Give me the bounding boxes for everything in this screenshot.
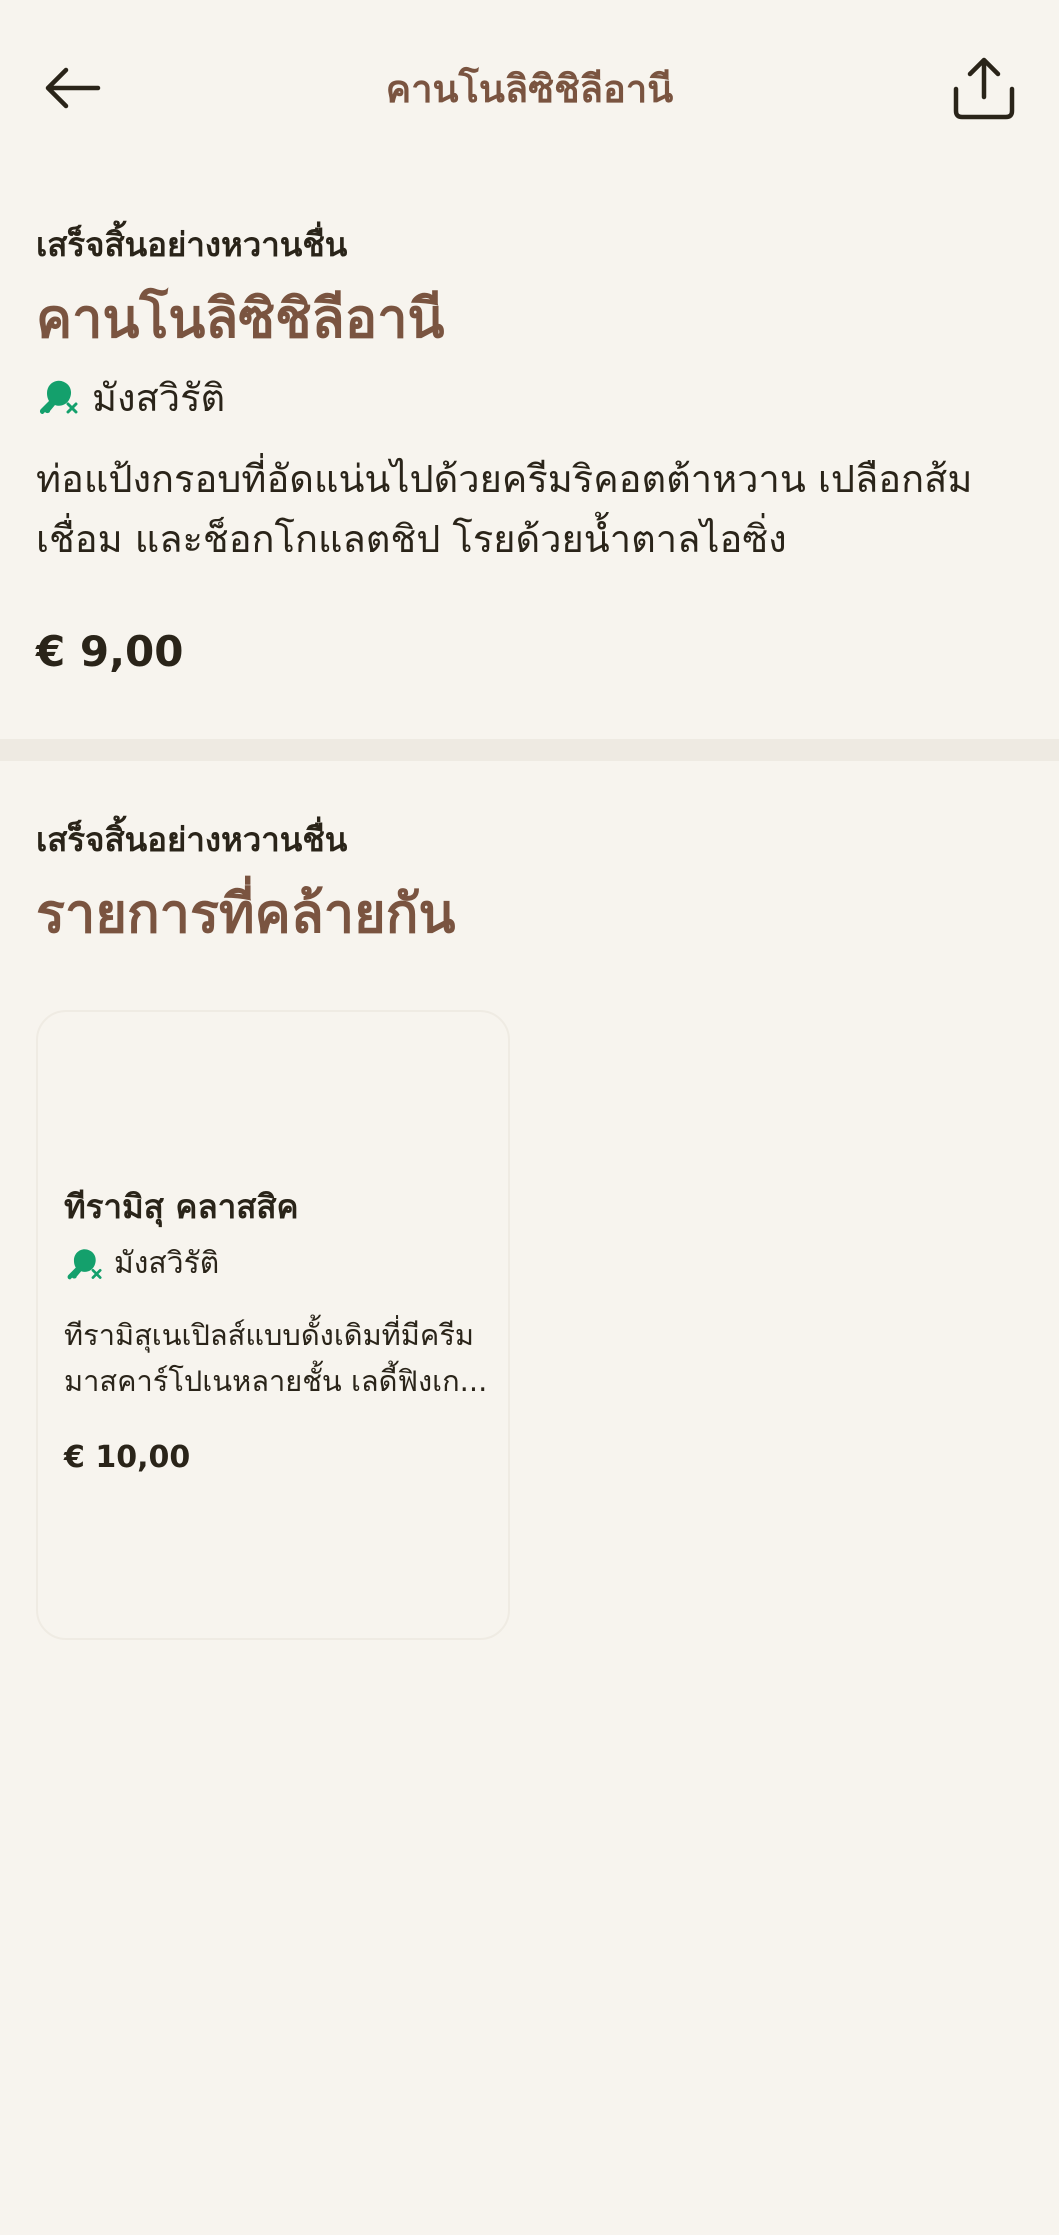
share-button[interactable] (945, 48, 1023, 128)
diet-label: มังสวิรัติ (92, 375, 226, 420)
top-bar: คานโนลิซิชิลีอานี (0, 0, 1059, 170)
diet-badge: มังสวิรัติ (36, 367, 1026, 427)
product-info: เสร็จสิ้นอย่างหวานชื่น คานโนลิซิชิลีอานี… (36, 215, 1026, 676)
similar-items-section: เสร็จสิ้นอย่างหวานชื่น รายการที่คล้ายกัน (36, 810, 1026, 954)
back-button[interactable] (36, 52, 108, 124)
arrow-left-icon (45, 67, 101, 109)
similar-item-card[interactable]: ทีรามิสุ คลาสสิค มังสวิรัติ ทีรามิสุเนเป… (36, 1010, 510, 1640)
vegetarian-no-meat-icon (67, 1248, 102, 1279)
similar-item-description: ทีรามิสุเนเปิลส์แบบดั้งเดิมที่มีครีมมาสค… (64, 1318, 488, 1398)
similar-items-title: รายการที่คล้ายกัน (36, 882, 456, 945)
similar-item-price: € 10,00 (64, 1440, 191, 1475)
product-name: คานโนลิซิชิลีอานี (36, 287, 445, 350)
product-detail-screen: คานโนลิซิชิลีอานี เสร็จสิ้นอย่างหวานชื่น… (0, 0, 1059, 2235)
share-upload-icon (953, 57, 1015, 120)
diet-label: มังสวิรัติ (114, 1246, 220, 1281)
section-divider (0, 739, 1059, 761)
diet-badge: มังสวิรัติ (64, 1240, 219, 1287)
vegetarian-no-meat-icon (39, 380, 78, 414)
product-category: เสร็จสิ้นอย่างหวานชื่น (36, 225, 348, 264)
product-description: ท่อแป้งกรอบที่อัดแน่นไปด้วยครีมริคอตต้าห… (36, 457, 973, 561)
page-title: คานโนลิซิชิลีอานี (385, 67, 674, 111)
product-price: € 9,00 (36, 627, 184, 676)
similar-item-name: ทีรามิสุ คลาสสิค (64, 1187, 299, 1226)
similar-category: เสร็จสิ้นอย่างหวานชื่น (36, 820, 348, 859)
